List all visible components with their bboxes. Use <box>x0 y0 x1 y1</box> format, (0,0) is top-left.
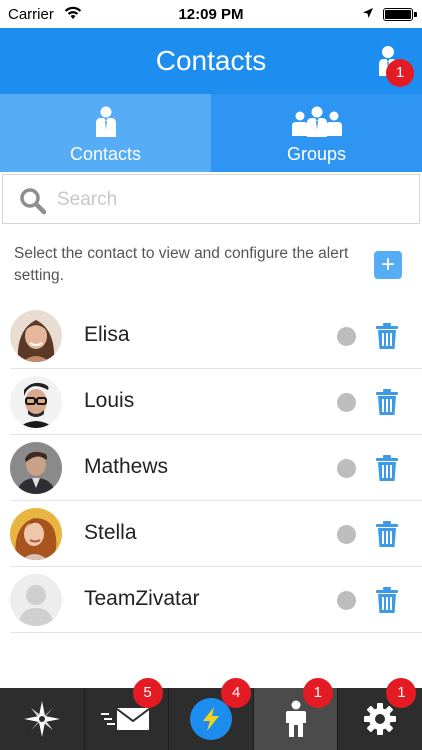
segment-tabs: Contacts Groups <box>0 94 422 172</box>
mail-icon <box>101 708 150 730</box>
group-icon <box>211 106 422 138</box>
nav-bar: Contacts 1 <box>0 28 422 94</box>
tab-settings[interactable]: 1 <box>338 678 422 750</box>
page-title: Contacts <box>155 45 267 76</box>
notification-badge: 1 <box>386 59 414 87</box>
tab-contacts-person[interactable]: 1 <box>253 678 339 750</box>
contact-row[interactable]: Elisa <box>10 303 422 369</box>
tab-alerts[interactable]: 4 <box>169 678 254 750</box>
avatar <box>10 508 62 560</box>
contact-name: Elisa <box>84 323 130 346</box>
bottom-tab-bar: 5 4 1 1 <box>0 678 422 750</box>
contact-name: Mathews <box>84 455 169 478</box>
tab-navigate[interactable] <box>0 688 85 750</box>
trash-icon[interactable] <box>375 323 399 349</box>
trash-icon[interactable] <box>375 587 399 613</box>
status-indicator <box>337 327 356 346</box>
status-indicator <box>337 525 356 544</box>
instructions-text: Select the contact to view and configure… <box>14 245 349 284</box>
status-indicator <box>337 393 356 412</box>
tab-messages[interactable]: 5 <box>85 678 170 750</box>
tab-contacts[interactable]: Contacts <box>0 94 211 172</box>
contact-list: Elisa Louis Mathews Stella TeamZivatar <box>0 303 422 633</box>
trash-icon[interactable] <box>375 521 399 547</box>
contact-name: Louis <box>84 389 135 412</box>
location-arrow-icon <box>363 8 373 18</box>
status-indicator <box>337 591 356 610</box>
person-icon <box>0 106 211 138</box>
contact-name: Stella <box>84 521 137 544</box>
tab-groups-label: Groups <box>286 144 347 164</box>
search-bar[interactable] <box>2 174 420 224</box>
add-contact-button[interactable]: + <box>374 251 402 279</box>
gear-icon <box>364 703 397 735</box>
clock: 12:09 PM <box>178 6 244 23</box>
battery-icon <box>383 8 417 21</box>
avatar <box>10 574 62 626</box>
contact-row[interactable]: Mathews <box>10 435 422 501</box>
status-bar: Carrier 12:09 PM <box>0 0 422 28</box>
avatar <box>10 310 62 362</box>
avatar <box>10 442 62 494</box>
contact-row[interactable]: TeamZivatar <box>10 567 422 633</box>
tab-contacts-label: Contacts <box>69 144 142 164</box>
person-badge: 1 <box>302 678 333 708</box>
search-icon <box>20 188 47 215</box>
contact-row[interactable]: Louis <box>10 369 422 435</box>
trash-icon[interactable] <box>375 455 399 481</box>
compass-icon <box>23 701 60 737</box>
trash-icon[interactable] <box>375 389 399 415</box>
search-input[interactable] <box>57 183 397 217</box>
avatar <box>10 376 62 428</box>
status-indicator <box>337 459 356 478</box>
contact-name: TeamZivatar <box>84 587 200 610</box>
messages-badge: 5 <box>132 678 163 708</box>
alerts-badge: 4 <box>221 678 252 708</box>
person-icon <box>285 700 306 737</box>
tab-groups[interactable]: Groups <box>211 94 422 172</box>
contact-row[interactable]: Stella <box>10 501 422 567</box>
